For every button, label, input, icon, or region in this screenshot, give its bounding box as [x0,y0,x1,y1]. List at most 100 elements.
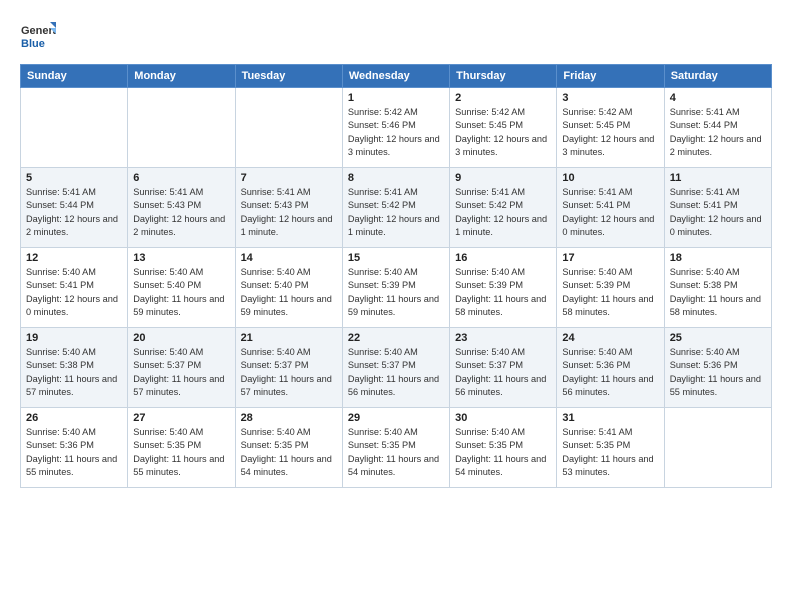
day-number: 24 [562,332,658,344]
day-info: Sunrise: 5:40 AMSunset: 5:35 PMDaylight:… [133,426,229,479]
day-cell: 9 Sunrise: 5:41 AMSunset: 5:42 PMDayligh… [450,168,557,248]
day-cell: 16 Sunrise: 5:40 AMSunset: 5:39 PMDaylig… [450,248,557,328]
day-info: Sunrise: 5:41 AMSunset: 5:35 PMDaylight:… [562,426,658,479]
day-number: 30 [455,412,551,424]
day-cell: 15 Sunrise: 5:40 AMSunset: 5:39 PMDaylig… [342,248,449,328]
day-number: 11 [670,172,766,184]
day-number: 10 [562,172,658,184]
day-info: Sunrise: 5:40 AMSunset: 5:37 PMDaylight:… [455,346,551,399]
day-info: Sunrise: 5:41 AMSunset: 5:43 PMDaylight:… [241,186,337,239]
day-number: 22 [348,332,444,344]
day-number: 12 [26,252,122,264]
day-number: 3 [562,92,658,104]
day-info: Sunrise: 5:41 AMSunset: 5:41 PMDaylight:… [670,186,766,239]
day-cell [21,88,128,168]
day-number: 31 [562,412,658,424]
day-info: Sunrise: 5:40 AMSunset: 5:40 PMDaylight:… [133,266,229,319]
week-row-5: 26 Sunrise: 5:40 AMSunset: 5:36 PMDaylig… [21,408,772,488]
day-number: 20 [133,332,229,344]
weekday-header-friday: Friday [557,65,664,88]
day-cell: 11 Sunrise: 5:41 AMSunset: 5:41 PMDaylig… [664,168,771,248]
day-number: 5 [26,172,122,184]
day-info: Sunrise: 5:40 AMSunset: 5:39 PMDaylight:… [455,266,551,319]
day-cell: 10 Sunrise: 5:41 AMSunset: 5:41 PMDaylig… [557,168,664,248]
day-cell [128,88,235,168]
day-number: 14 [241,252,337,264]
logo-svg: General Blue [20,18,56,54]
day-number: 9 [455,172,551,184]
day-number: 28 [241,412,337,424]
day-cell: 13 Sunrise: 5:40 AMSunset: 5:40 PMDaylig… [128,248,235,328]
week-row-2: 5 Sunrise: 5:41 AMSunset: 5:44 PMDayligh… [21,168,772,248]
day-info: Sunrise: 5:40 AMSunset: 5:36 PMDaylight:… [26,426,122,479]
day-info: Sunrise: 5:41 AMSunset: 5:43 PMDaylight:… [133,186,229,239]
day-cell: 1 Sunrise: 5:42 AMSunset: 5:46 PMDayligh… [342,88,449,168]
day-info: Sunrise: 5:40 AMSunset: 5:38 PMDaylight:… [26,346,122,399]
day-cell: 19 Sunrise: 5:40 AMSunset: 5:38 PMDaylig… [21,328,128,408]
day-cell: 21 Sunrise: 5:40 AMSunset: 5:37 PMDaylig… [235,328,342,408]
day-number: 4 [670,92,766,104]
day-cell [235,88,342,168]
day-cell: 25 Sunrise: 5:40 AMSunset: 5:36 PMDaylig… [664,328,771,408]
day-number: 27 [133,412,229,424]
day-info: Sunrise: 5:40 AMSunset: 5:38 PMDaylight:… [670,266,766,319]
day-info: Sunrise: 5:40 AMSunset: 5:36 PMDaylight:… [670,346,766,399]
day-cell: 18 Sunrise: 5:40 AMSunset: 5:38 PMDaylig… [664,248,771,328]
day-number: 8 [348,172,444,184]
day-number: 21 [241,332,337,344]
day-cell: 4 Sunrise: 5:41 AMSunset: 5:44 PMDayligh… [664,88,771,168]
svg-text:General: General [21,25,56,37]
day-info: Sunrise: 5:41 AMSunset: 5:41 PMDaylight:… [562,186,658,239]
day-info: Sunrise: 5:40 AMSunset: 5:37 PMDaylight:… [133,346,229,399]
day-cell: 2 Sunrise: 5:42 AMSunset: 5:45 PMDayligh… [450,88,557,168]
weekday-header-saturday: Saturday [664,65,771,88]
day-cell [664,408,771,488]
day-cell: 6 Sunrise: 5:41 AMSunset: 5:43 PMDayligh… [128,168,235,248]
weekday-header-thursday: Thursday [450,65,557,88]
week-row-3: 12 Sunrise: 5:40 AMSunset: 5:41 PMDaylig… [21,248,772,328]
day-cell: 8 Sunrise: 5:41 AMSunset: 5:42 PMDayligh… [342,168,449,248]
day-cell: 22 Sunrise: 5:40 AMSunset: 5:37 PMDaylig… [342,328,449,408]
day-info: Sunrise: 5:40 AMSunset: 5:40 PMDaylight:… [241,266,337,319]
day-cell: 14 Sunrise: 5:40 AMSunset: 5:40 PMDaylig… [235,248,342,328]
day-cell: 17 Sunrise: 5:40 AMSunset: 5:39 PMDaylig… [557,248,664,328]
day-info: Sunrise: 5:41 AMSunset: 5:42 PMDaylight:… [455,186,551,239]
day-cell: 26 Sunrise: 5:40 AMSunset: 5:36 PMDaylig… [21,408,128,488]
day-number: 23 [455,332,551,344]
day-info: Sunrise: 5:40 AMSunset: 5:37 PMDaylight:… [348,346,444,399]
day-info: Sunrise: 5:41 AMSunset: 5:42 PMDaylight:… [348,186,444,239]
day-cell: 20 Sunrise: 5:40 AMSunset: 5:37 PMDaylig… [128,328,235,408]
day-number: 7 [241,172,337,184]
day-number: 1 [348,92,444,104]
day-info: Sunrise: 5:40 AMSunset: 5:37 PMDaylight:… [241,346,337,399]
weekday-header-monday: Monday [128,65,235,88]
day-number: 15 [348,252,444,264]
day-cell: 29 Sunrise: 5:40 AMSunset: 5:35 PMDaylig… [342,408,449,488]
svg-text:Blue: Blue [21,38,45,50]
day-info: Sunrise: 5:42 AMSunset: 5:45 PMDaylight:… [562,106,658,159]
week-row-4: 19 Sunrise: 5:40 AMSunset: 5:38 PMDaylig… [21,328,772,408]
day-cell: 3 Sunrise: 5:42 AMSunset: 5:45 PMDayligh… [557,88,664,168]
day-info: Sunrise: 5:41 AMSunset: 5:44 PMDaylight:… [26,186,122,239]
day-number: 2 [455,92,551,104]
day-number: 16 [455,252,551,264]
day-cell: 24 Sunrise: 5:40 AMSunset: 5:36 PMDaylig… [557,328,664,408]
page: General Blue SundayMondayTuesdayWednesda… [0,0,792,612]
day-number: 29 [348,412,444,424]
day-cell: 5 Sunrise: 5:41 AMSunset: 5:44 PMDayligh… [21,168,128,248]
day-number: 18 [670,252,766,264]
day-number: 6 [133,172,229,184]
day-number: 17 [562,252,658,264]
day-number: 13 [133,252,229,264]
day-cell: 27 Sunrise: 5:40 AMSunset: 5:35 PMDaylig… [128,408,235,488]
day-info: Sunrise: 5:42 AMSunset: 5:45 PMDaylight:… [455,106,551,159]
day-info: Sunrise: 5:40 AMSunset: 5:39 PMDaylight:… [562,266,658,319]
day-number: 25 [670,332,766,344]
day-info: Sunrise: 5:40 AMSunset: 5:39 PMDaylight:… [348,266,444,319]
day-cell: 23 Sunrise: 5:40 AMSunset: 5:37 PMDaylig… [450,328,557,408]
day-info: Sunrise: 5:41 AMSunset: 5:44 PMDaylight:… [670,106,766,159]
day-info: Sunrise: 5:40 AMSunset: 5:35 PMDaylight:… [455,426,551,479]
day-cell: 31 Sunrise: 5:41 AMSunset: 5:35 PMDaylig… [557,408,664,488]
day-number: 26 [26,412,122,424]
day-info: Sunrise: 5:40 AMSunset: 5:35 PMDaylight:… [241,426,337,479]
